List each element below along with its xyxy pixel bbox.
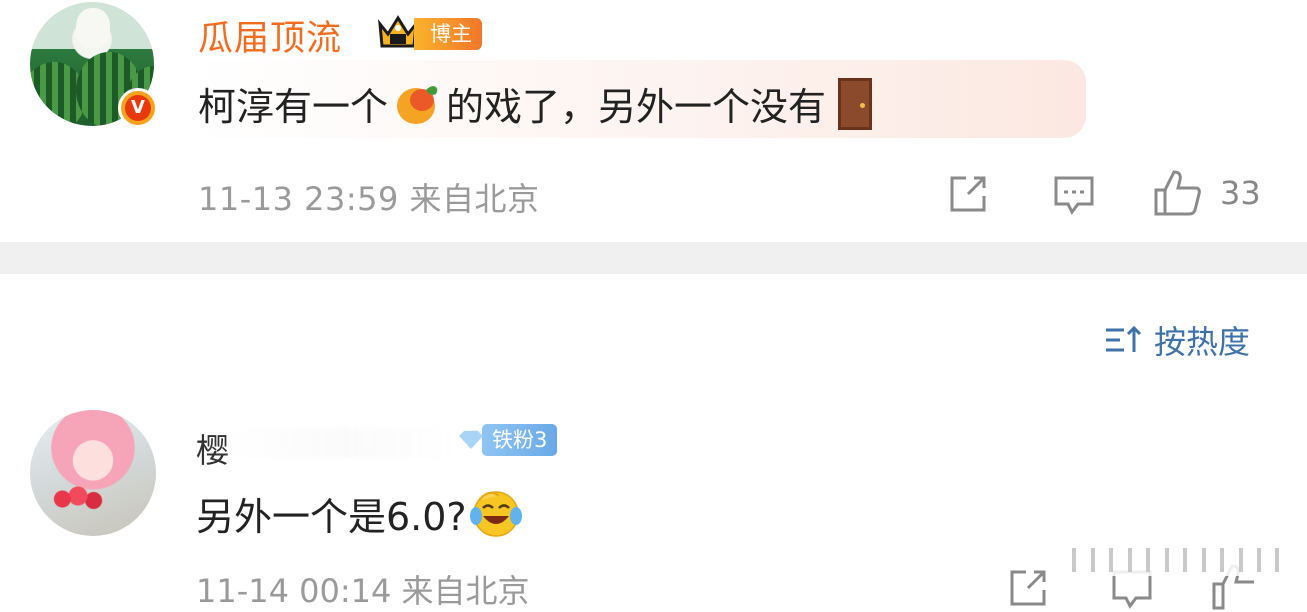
laughing-tears-emoji-icon <box>469 491 522 537</box>
like-thumb-icon[interactable] <box>1152 168 1202 218</box>
fan-level-badge: 铁粉3 <box>456 424 558 456</box>
like-count: 33 <box>1220 174 1261 212</box>
sort-label: 按热度 <box>1154 323 1251 361</box>
verified-badge-icon: V <box>118 88 158 128</box>
fan-badge-label: 铁粉3 <box>482 424 558 456</box>
comment-1-text-part1: 柯淳有一个 <box>198 85 389 129</box>
watermark-bar-overlay <box>1058 544 1294 576</box>
sort-icon <box>1106 325 1142 352</box>
comment-1-text: 柯淳有一个 的戏了，另外一个没有 <box>198 76 873 131</box>
comment-2-username[interactable]: 樱 <box>196 424 229 472</box>
comment-2-text-body: 另外一个是6.0? <box>196 495 467 539</box>
door-emoji-icon <box>838 78 873 130</box>
comment-1-meta: 11-13 23:59 来自北京 <box>198 180 540 218</box>
avatar-user-2[interactable] <box>30 410 156 536</box>
sort-by-hot-button[interactable]: 按热度 <box>1104 318 1250 362</box>
share-icon[interactable] <box>1006 566 1050 610</box>
comment-2-text: 另外一个是6.0? <box>196 486 523 541</box>
comment-icon[interactable] <box>1052 172 1096 216</box>
mango-emoji-icon <box>397 86 438 124</box>
section-divider <box>0 242 1307 274</box>
comment-2-meta: 11-14 00:14 来自北京 <box>196 572 530 610</box>
blogger-badge: 博主 <box>414 18 482 50</box>
share-icon[interactable] <box>946 172 990 216</box>
comment-1-username[interactable]: 瓜届顶流 <box>198 10 342 61</box>
comment-1-text-part2: 的戏了，另外一个没有 <box>446 85 827 129</box>
username-blur-mask <box>230 428 456 458</box>
